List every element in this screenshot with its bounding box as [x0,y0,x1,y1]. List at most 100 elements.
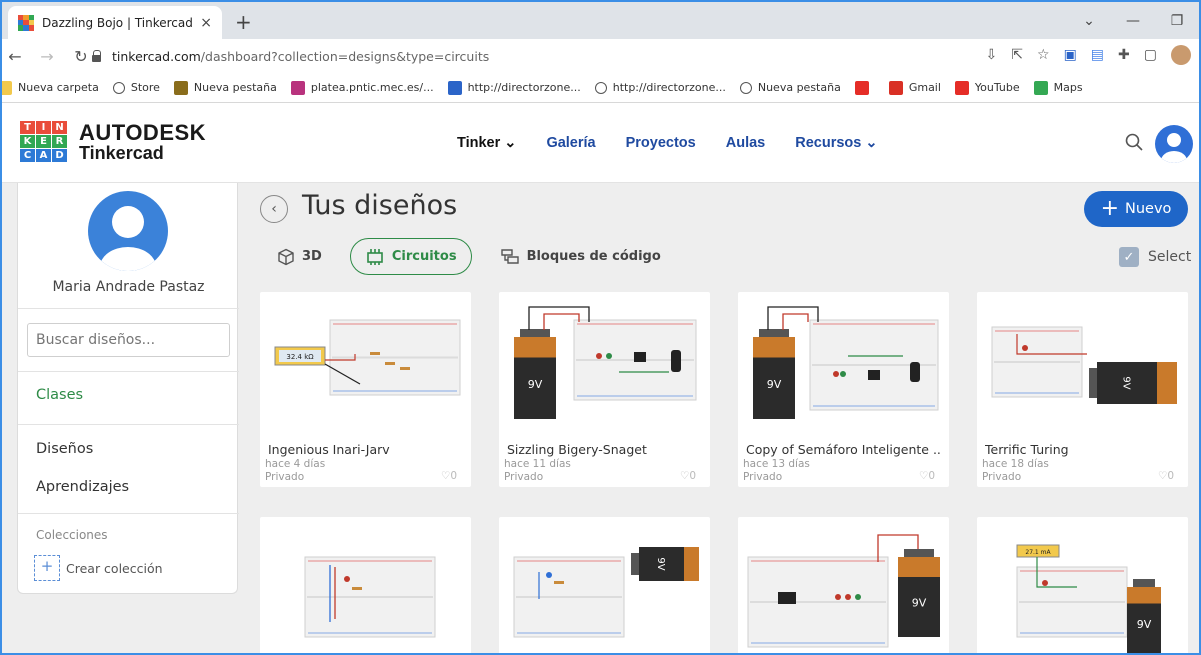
tab-bar: Dazzling Bojo | Tinkercad × + ⌄ — ❐ [2,2,1199,39]
search-icon[interactable] [1125,133,1143,151]
design-date: hace 18 días [982,458,1049,470]
minimize-icon[interactable]: — [1111,13,1155,29]
select-toggle[interactable]: ✓ Select [1119,247,1191,267]
design-card[interactable] [260,517,471,655]
heart-icon[interactable]: ♡0 [680,470,696,482]
chevron-down-icon[interactable]: ⌄ [1067,13,1111,29]
bookmark-item[interactable]: Nueva pestaña [739,81,841,94]
tab-3d-label: 3D [302,249,322,264]
nav-proyectos[interactable]: Proyectos [626,135,696,151]
extension-dz-icon[interactable]: ▣ [1064,47,1077,63]
design-card[interactable]: 9V Terrific Turing hace 18 días Privado ♡… [977,292,1188,487]
nav-aulas[interactable]: Aulas [726,135,766,151]
tinkercad-logo[interactable]: TIN KER CAD AUTODESK Tinkercad [20,121,206,162]
logo-letter: E [36,135,51,148]
puzzle-icon[interactable]: ✚ [1118,47,1130,63]
logo-letter: C [20,149,35,162]
design-card[interactable]: 9V Sizzling Bigery-Snaget hace 11 días P… [499,292,710,487]
document-icon[interactable]: ▤ [1091,47,1104,63]
logo-tinkercad: Tinkercad [79,142,164,163]
design-card[interactable]: 27.1 mA 9V [977,517,1188,655]
divider [18,308,239,309]
design-name[interactable]: Ingenious Inari-Jarv [268,442,463,457]
browser-toolbar-icons: ⇩ ⇱ ☆ ▣ ▤ ✚ ▢ [986,45,1191,65]
nav-tinker[interactable]: Tinker ⌄ [457,135,516,151]
code-blocks-icon [500,248,519,264]
bookmark-item[interactable]: http://directorzone... [594,81,726,94]
bookmark-item[interactable]: Store [112,81,160,94]
tinkercad-favicon [18,14,34,31]
design-card[interactable]: 9V [738,517,949,655]
design-card[interactable]: 32.4 kΩ Ingenious Inari-Jarv hace 4 días… [260,292,471,487]
back-arrow-icon[interactable]: ← [4,47,26,66]
design-name[interactable]: Terrific Turing [985,442,1180,457]
share-icon[interactable]: ⇱ [1011,47,1023,63]
forward-arrow-icon[interactable]: → [36,47,58,66]
circuit-thumbnail[interactable]: 9V [738,517,949,655]
divider [18,371,239,372]
battery-label: 9V [1120,376,1131,389]
heart-icon[interactable]: ♡0 [1158,470,1174,482]
profile-avatar[interactable] [1171,45,1191,65]
trophy-icon [173,80,188,95]
bookmark-item[interactable] [854,80,875,95]
sidebar-item-clases[interactable]: Clases [36,387,83,403]
circuit-thumbnail[interactable]: 9V [499,517,710,655]
sidebar-icon[interactable]: ▢ [1144,47,1157,63]
design-date: hace 11 días [504,458,571,470]
new-tab-button[interactable]: + [235,10,252,34]
user-avatar[interactable] [1155,125,1193,163]
nav-recursos[interactable]: Recursos ⌄ [795,135,877,151]
design-privacy: Privado [982,471,1022,483]
sidebar-item-aprendizajes[interactable]: Aprendizajes [36,479,129,495]
browser-tab[interactable]: Dazzling Bojo | Tinkercad × [8,6,222,39]
bookmark-item[interactable]: http://directorzone... [447,80,581,95]
tab-3d[interactable]: 3D [277,248,322,266]
bookmark-item[interactable]: Nueva pestaña [173,80,277,95]
bookmark-item[interactable]: YouTube [954,80,1020,95]
battery-label: 9V [655,557,666,570]
profile-avatar-large[interactable] [88,191,168,271]
bookmark-item[interactable]: platea.pntic.mec.es/... [290,80,434,95]
logo-letter: D [52,149,67,162]
reload-icon[interactable]: ↻ [70,47,92,66]
circuit-thumbnail[interactable]: 9V [738,292,949,430]
feather-icon [290,80,305,95]
search-designs-input[interactable] [27,323,230,357]
bookmark-item[interactable]: Nueva carpeta [2,80,99,95]
bookmark-label: Gmail [908,81,941,94]
design-name[interactable]: Copy of Semáforo Inteligente ... [746,442,941,457]
tab-circuitos[interactable]: Circuitos [349,238,472,275]
bookmark-label: Maps [1053,81,1083,94]
circuit-thumbnail[interactable]: 32.4 kΩ [260,292,471,430]
back-button[interactable]: ‹ [260,195,288,223]
checkbox-icon[interactable]: ✓ [1119,247,1139,267]
heart-icon[interactable]: ♡0 [441,470,457,482]
bookmark-item[interactable]: Maps [1033,80,1083,95]
logo-letter: K [20,135,35,148]
meter-readout: 27.1 mA [1025,549,1051,556]
circuit-thumbnail[interactable] [260,517,471,655]
chevron-left-icon: ‹ [271,201,277,217]
divider [18,424,239,425]
url-field[interactable]: tinkercad.com /dashboard?collection=desi… [92,44,962,68]
circuit-thumbnail[interactable]: 9V [499,292,710,430]
nav-galeria[interactable]: Galería [546,135,595,151]
close-tab-icon[interactable]: × [200,15,212,31]
design-name[interactable]: Sizzling Bigery-Snaget [507,442,702,457]
battery-label: 9V [1137,618,1152,631]
tab-bloques[interactable]: Bloques de código [500,248,661,266]
create-collection-button[interactable]: + Crear colección [34,555,163,581]
heart-icon[interactable]: ♡0 [919,470,935,482]
restore-icon[interactable]: ❐ [1155,13,1199,29]
bookmark-item[interactable]: Gmail [888,80,941,95]
youtube-icon [854,80,869,95]
circuit-thumbnail[interactable]: 27.1 mA 9V [977,517,1188,655]
new-design-button[interactable]: + Nuevo [1084,191,1188,227]
circuit-thumbnail[interactable]: 9V [977,292,1188,430]
design-card[interactable]: 9V [499,517,710,655]
design-card[interactable]: 9V Copy of Semáforo Inteligente ... hace… [738,292,949,487]
star-icon[interactable]: ☆ [1037,47,1050,63]
install-icon[interactable]: ⇩ [986,47,998,63]
sidebar-item-disenos[interactable]: Diseños [36,441,93,457]
